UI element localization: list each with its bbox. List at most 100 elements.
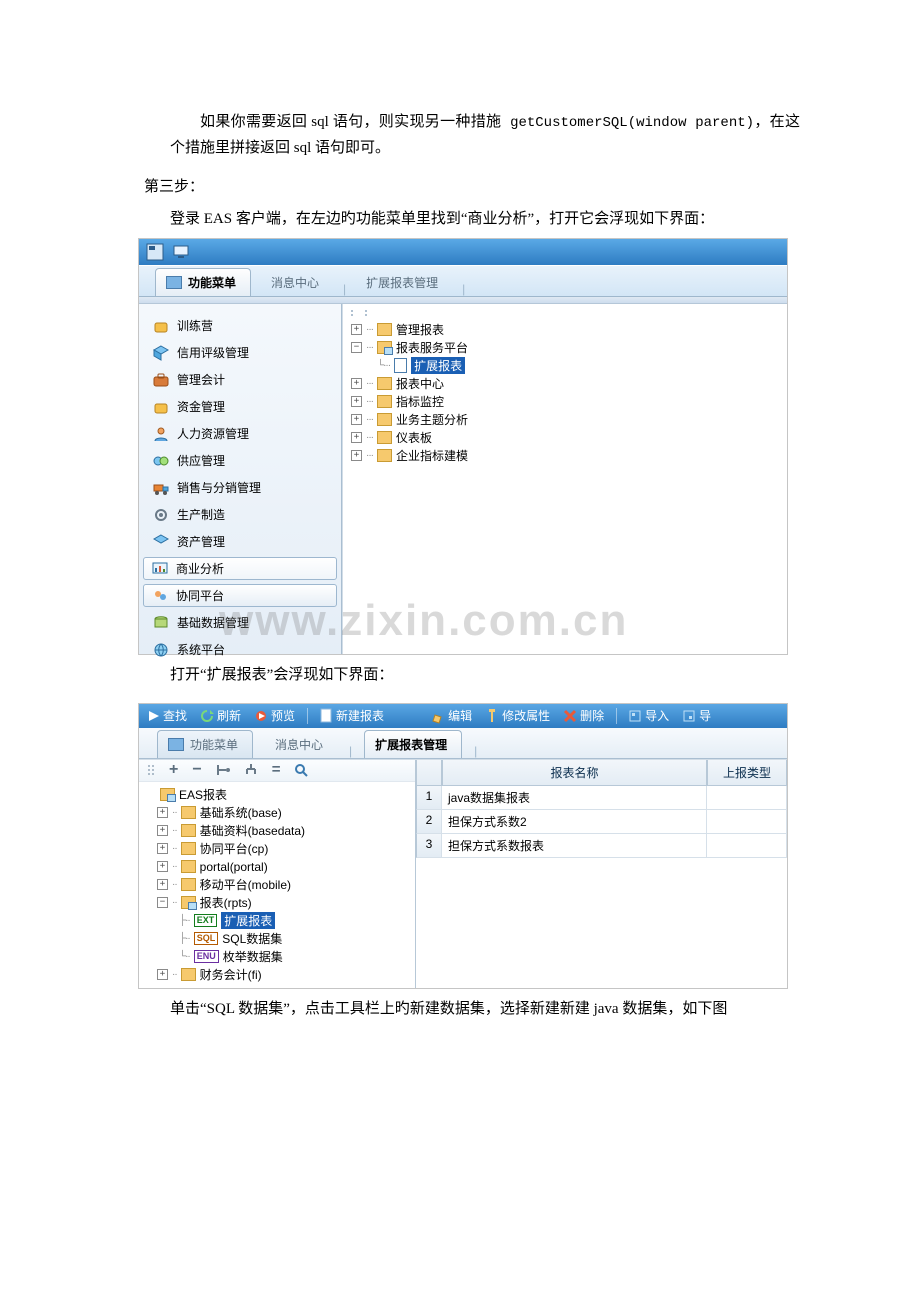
tree-node[interactable]: +··财务会计(fi) [145, 966, 409, 984]
sidebar-item-sales[interactable]: 销售与分销管理 [143, 476, 337, 499]
tree-label: 企业指标建模 [396, 447, 468, 464]
delete-button[interactable]: 删除 [560, 707, 608, 724]
tab-label: 消息中心 [275, 736, 323, 753]
expand-icon[interactable]: + [351, 450, 362, 461]
tree-node[interactable]: −···报表服务平台 [351, 338, 779, 356]
code-method: getCustomerSQL(window parent) [501, 115, 754, 131]
tree-label: EAS报表 [179, 786, 227, 803]
button-label: 新建报表 [336, 707, 384, 724]
sidebar-item-label: 供应管理 [177, 452, 225, 469]
tree-label: 报表服务平台 [396, 339, 468, 356]
enum-badge-icon: ENU [194, 950, 219, 963]
tree-node[interactable]: +··移动平台(mobile) [145, 876, 409, 894]
tree-node[interactable]: +···企业指标建模 [351, 446, 779, 464]
ext-badge-icon: EXT [194, 914, 218, 927]
sidebar-item-production[interactable]: 生产制造 [143, 503, 337, 526]
expand-icon[interactable]: + [351, 396, 362, 407]
minus-icon[interactable]: − [192, 764, 201, 776]
preview-button[interactable]: 预览 [251, 707, 299, 724]
sidebar-item-hr[interactable]: 人力资源管理 [143, 422, 337, 445]
tree-label: 扩展报表 [221, 912, 275, 929]
cell-report-name: 担保方式系数2 [442, 810, 707, 834]
tree-node-selected[interactable]: └···扩展报表 [351, 356, 779, 374]
expand-icon[interactable]: + [351, 432, 362, 443]
expand-icon[interactable]: + [157, 825, 168, 836]
tree-node[interactable]: +··基础系统(base) [145, 804, 409, 822]
button-label: 刷新 [217, 707, 241, 724]
tree-node[interactable]: +···报表中心 [351, 374, 779, 392]
tab-ext-report-mgmt[interactable]: 扩展报表管理 [364, 730, 462, 758]
expand-icon[interactable]: + [157, 861, 168, 872]
search-icon[interactable] [294, 763, 308, 777]
tab-ext-report-mgmt[interactable]: 扩展报表管理 [356, 269, 452, 296]
expand-icon[interactable]: + [351, 324, 362, 335]
table-row[interactable]: 1 java数据集报表 [416, 786, 787, 810]
users-icon [152, 588, 168, 604]
sidebar-item-training[interactable]: 训练营 [143, 314, 337, 337]
sidebar-item-collab[interactable]: 协同平台 [143, 584, 337, 607]
expand-icon[interactable]: + [157, 807, 168, 818]
table-row[interactable]: 3 担保方式系数报表 [416, 834, 787, 858]
import-button[interactable]: 导入 [625, 707, 673, 724]
row-number: 3 [416, 834, 442, 858]
tree-node[interactable]: +···仪表板 [351, 428, 779, 446]
tree-node[interactable]: +··基础资料(basedata) [145, 822, 409, 840]
refresh-button[interactable]: 刷新 [197, 707, 245, 724]
monitor-icon [173, 244, 189, 260]
tree-icon[interactable] [244, 763, 258, 777]
tree-node[interactable]: +··portal(portal) [145, 858, 409, 876]
sidebar-item-basedata[interactable]: 基础数据管理 [143, 611, 337, 634]
export-button[interactable]: 导 [679, 707, 715, 724]
find-button[interactable]: 查找 [145, 707, 191, 724]
sidebar-item-label: 基础数据管理 [177, 614, 249, 631]
app-icon [147, 244, 163, 260]
tab-functions[interactable]: 功能菜单 [155, 268, 251, 296]
table-header: 报表名称 上报类型 [416, 760, 787, 786]
button-label: 查找 [163, 707, 187, 724]
header-number [416, 760, 442, 786]
cell-report-type [707, 810, 787, 834]
folder-open-icon [377, 341, 392, 354]
collapse-icon[interactable]: − [351, 342, 362, 353]
expand-icon[interactable]: + [157, 843, 168, 854]
tree-node[interactable]: +···业务主题分析 [351, 410, 779, 428]
sidebar-item-credit[interactable]: 信用评级管理 [143, 341, 337, 364]
sidebar-item-bi[interactable]: 商业分析 [143, 557, 337, 580]
tree-label: SQL数据集 [222, 930, 282, 947]
edit-button[interactable]: 编辑 [428, 707, 476, 724]
tree-node[interactable]: +···管理报表 [351, 320, 779, 338]
tree-node-root[interactable]: EAS报表 [145, 786, 409, 804]
sidebar-item-label: 人力资源管理 [177, 425, 249, 442]
tab-functions[interactable]: 功能菜单 [157, 730, 253, 758]
branch-icon[interactable] [216, 763, 230, 777]
row-number: 2 [416, 810, 442, 834]
grid-icon [166, 276, 182, 289]
tree-node[interactable]: ├··SQL SQL数据集 [145, 930, 409, 948]
expand-icon[interactable]: + [351, 414, 362, 425]
tab-msgcenter[interactable]: 消息中心 [261, 269, 333, 296]
expand-icon[interactable]: + [351, 378, 362, 389]
sidebar-item-assets[interactable]: 资产管理 [143, 530, 337, 553]
edit-prop-button[interactable]: 修改属性 [482, 707, 554, 724]
collapse-icon[interactable]: − [157, 897, 168, 908]
sidebar-item-accounting[interactable]: 管理会计 [143, 368, 337, 391]
sidebar-item-funds[interactable]: 资金管理 [143, 395, 337, 418]
expand-icon[interactable]: + [157, 969, 168, 980]
tab-msgcenter[interactable]: 消息中心 [265, 731, 337, 758]
table-row[interactable]: 2 担保方式系数2 [416, 810, 787, 834]
tree-node-selected[interactable]: ├··EXT扩展报表 [145, 912, 409, 930]
briefcase-icon [153, 372, 169, 388]
tree-node[interactable]: └··ENU 枚举数据集 [145, 948, 409, 966]
sidebar-item-sysplatform[interactable]: 系统平台 [143, 638, 337, 661]
link-icon [153, 453, 169, 469]
tree-node[interactable]: +···指标监控 [351, 392, 779, 410]
tree-node[interactable]: +··协同平台(cp) [145, 840, 409, 858]
equals-icon[interactable]: = [272, 764, 281, 776]
plus-icon[interactable]: + [169, 764, 178, 776]
tree-node[interactable]: −··报表(rpts) [145, 894, 409, 912]
expand-icon[interactable]: + [157, 879, 168, 890]
new-report-button[interactable]: 新建报表 [316, 707, 388, 724]
tab-bar: 功能菜单 消息中心 | 扩展报表管理 | [139, 265, 787, 297]
cell-report-type [707, 834, 787, 858]
sidebar-item-supply[interactable]: 供应管理 [143, 449, 337, 472]
